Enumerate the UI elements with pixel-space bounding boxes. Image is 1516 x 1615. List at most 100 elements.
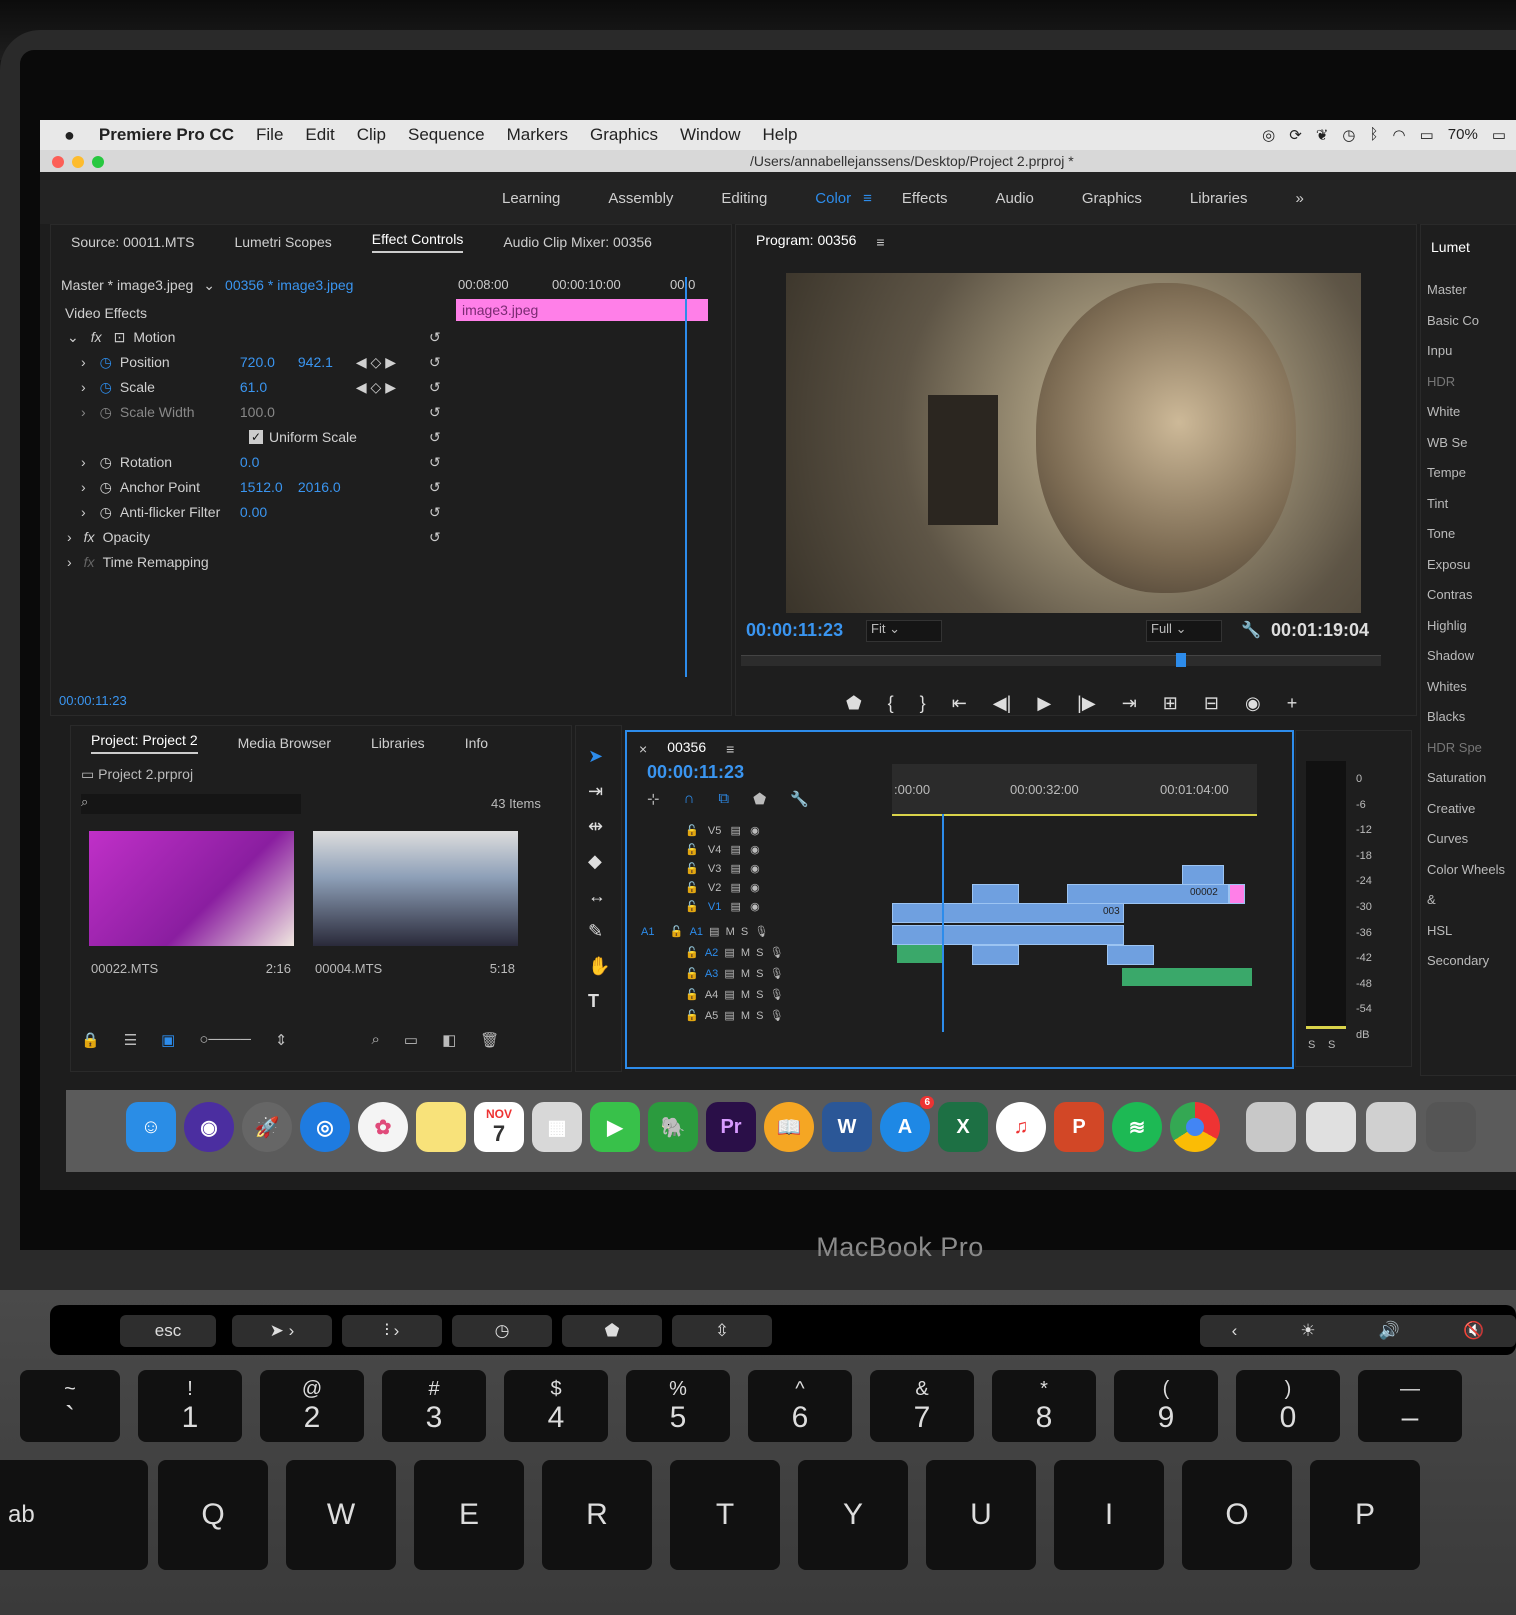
reset-icon[interactable]: ↺ xyxy=(429,329,441,346)
track-header-a1[interactable]: A1 🔓 A1 ▤ M S 🎙 xyxy=(627,922,892,943)
audio-clip[interactable] xyxy=(892,925,1124,945)
dock-evernote[interactable]: 🐘 xyxy=(648,1102,698,1152)
step-back-icon[interactable]: ◀| xyxy=(993,693,1012,714)
bluetooth-icon[interactable]: ᛒ xyxy=(1369,126,1378,144)
lumetri-item[interactable]: Exposu xyxy=(1427,550,1516,581)
property-value[interactable]: 720.0 xyxy=(240,354,298,370)
dock-app-store[interactable]: A6 xyxy=(880,1096,934,1152)
key[interactable]: I xyxy=(1054,1460,1164,1570)
lumetri-item[interactable]: Saturation xyxy=(1427,763,1516,794)
dock-document[interactable] xyxy=(1306,1102,1356,1152)
workspace-learning[interactable]: Learning xyxy=(502,190,560,207)
menu-file[interactable]: File xyxy=(256,125,283,145)
key[interactable]: * 8 xyxy=(992,1370,1096,1442)
key[interactable]: & 7 xyxy=(870,1370,974,1442)
timeline-playhead[interactable] xyxy=(942,814,944,1032)
timeline-settings-icon[interactable]: 🔧 xyxy=(790,790,809,808)
chevron-right-icon[interactable]: › xyxy=(81,479,86,495)
stopwatch-icon[interactable]: ◷ xyxy=(100,404,112,421)
new-item-icon[interactable]: ◧ xyxy=(442,1031,456,1049)
key[interactable]: W xyxy=(286,1460,396,1570)
tab-source[interactable]: Source: 00011.MTS xyxy=(71,234,194,250)
timeline-timecode[interactable]: 00:00:11:23 xyxy=(647,762,744,783)
property-value[interactable]: 1512.0 xyxy=(240,479,298,495)
icon-view-icon[interactable]: ▣ xyxy=(161,1031,175,1049)
airplay-icon[interactable]: ▭ xyxy=(1420,126,1434,144)
stopwatch-icon[interactable]: ◷ xyxy=(100,379,112,396)
property-value[interactable]: 2016.0 xyxy=(298,479,341,495)
tab-audio-clip-mixer[interactable]: Audio Clip Mixer: 00356 xyxy=(503,234,652,250)
nest-icon[interactable]: ⊹ xyxy=(647,790,660,808)
touchbar-selection-tool-icon[interactable]: ➤ › xyxy=(232,1315,332,1347)
keyframe-nav-icon[interactable]: ◀ ◇ ▶ xyxy=(356,354,396,371)
lumetri-item[interactable]: HDR Spe xyxy=(1427,733,1516,764)
marker-icon[interactable]: ⬟ xyxy=(846,693,862,714)
solo-button[interactable]: S xyxy=(1308,1039,1315,1051)
key[interactable]: R xyxy=(542,1460,652,1570)
track-header-v1[interactable]: 🔓 V1 ▤ ◉ xyxy=(627,898,892,917)
find-icon[interactable]: ⌕ xyxy=(371,1031,379,1049)
key[interactable]: ! 1 xyxy=(138,1370,242,1442)
tab-project[interactable]: Project: Project 2 xyxy=(91,732,198,754)
key[interactable]: % 5 xyxy=(626,1370,730,1442)
lumetri-item[interactable]: Shadow xyxy=(1427,641,1516,672)
trash-icon[interactable]: 🗑 xyxy=(480,1031,499,1049)
slip-tool-icon[interactable]: ↔ xyxy=(588,886,606,907)
extract-icon[interactable]: ⊟ xyxy=(1204,693,1219,714)
workspace-overflow-button[interactable]: » xyxy=(1295,190,1303,207)
chevron-right-icon[interactable]: › xyxy=(81,379,86,395)
selection-tool-icon[interactable]: ➤ xyxy=(588,746,603,767)
track-header-v4[interactable]: 🔓 V4 ▤ ◉ xyxy=(627,841,892,860)
esc-key[interactable]: esc xyxy=(120,1315,216,1347)
ec-timeline-ruler[interactable]: 00:08:00 00:00:10:00 00:0 xyxy=(456,273,711,297)
project-file[interactable]: ▭ Project 2.prproj xyxy=(81,766,193,783)
sequence-clip-label[interactable]: 00356 * image3.jpeg xyxy=(225,277,353,293)
program-title[interactable]: Program: 00356 xyxy=(756,232,856,252)
chevron-right-icon[interactable]: › xyxy=(67,554,72,570)
audio-clip[interactable] xyxy=(897,945,942,963)
key[interactable]: Q xyxy=(158,1460,268,1570)
hand-tool-icon[interactable]: ✋ xyxy=(588,956,610,977)
reset-icon[interactable]: ↺ xyxy=(429,479,441,496)
track-select-tool-icon[interactable]: ⇥ xyxy=(588,781,603,802)
dock-powerpoint[interactable]: P xyxy=(1054,1102,1104,1152)
stopwatch-icon[interactable]: ◷ xyxy=(100,354,112,371)
lumetri-item[interactable]: WB Se xyxy=(1427,428,1516,459)
workspace-assembly[interactable]: Assembly xyxy=(608,190,673,207)
property-value[interactable]: 61.0 xyxy=(240,379,348,395)
key[interactable]: O xyxy=(1182,1460,1292,1570)
lumetri-item[interactable]: HDR xyxy=(1427,367,1516,398)
key[interactable]: ~ ` xyxy=(20,1370,120,1442)
dock-photos[interactable]: ✿ xyxy=(358,1102,408,1152)
dock-siri[interactable]: ◉ xyxy=(184,1102,234,1152)
close-icon[interactable]: × xyxy=(639,741,647,757)
dock-preview[interactable]: ▦ xyxy=(532,1102,582,1152)
lumetri-item[interactable]: Blacks xyxy=(1427,702,1516,733)
lumetri-item[interactable]: Highlig xyxy=(1427,611,1516,642)
audio-clip[interactable] xyxy=(1122,968,1252,986)
motion-row[interactable]: ⌄ fx ⊡ Motion ↺ xyxy=(51,325,731,349)
close-window-button[interactable] xyxy=(52,156,64,168)
time-remapping-row[interactable]: › fx Time Remapping xyxy=(51,550,731,574)
dock-document[interactable] xyxy=(1366,1102,1416,1152)
key[interactable]: E xyxy=(414,1460,524,1570)
ec-current-time[interactable]: 00:00:11:23 xyxy=(59,693,127,708)
reset-icon[interactable]: ↺ xyxy=(429,504,441,521)
go-to-out-icon[interactable]: ⇥ xyxy=(1122,693,1137,714)
clip-thumbnail[interactable] xyxy=(313,831,518,946)
play-icon[interactable]: ▶ xyxy=(1037,693,1051,714)
dock-books[interactable]: 📖 xyxy=(764,1102,814,1152)
opacity-row[interactable]: › fx Opacity ↺ xyxy=(51,525,731,549)
lumetri-item[interactable]: White xyxy=(1427,397,1516,428)
workspace-libraries[interactable]: Libraries xyxy=(1190,190,1248,207)
creative-cloud-icon[interactable]: ◎ xyxy=(1262,126,1275,144)
list-view-icon[interactable]: ☰ xyxy=(124,1031,137,1049)
workspace-graphics[interactable]: Graphics xyxy=(1082,190,1142,207)
dock-notes[interactable] xyxy=(416,1102,466,1152)
lumetri-item[interactable]: Creative xyxy=(1427,794,1516,825)
lumetri-item[interactable]: Whites xyxy=(1427,672,1516,703)
zoom-slider[interactable]: ○──── xyxy=(199,1031,251,1049)
key[interactable]: ) 0 xyxy=(1236,1370,1340,1442)
reset-icon[interactable]: ↺ xyxy=(429,379,441,396)
workspace-color[interactable]: Color xyxy=(815,190,851,207)
